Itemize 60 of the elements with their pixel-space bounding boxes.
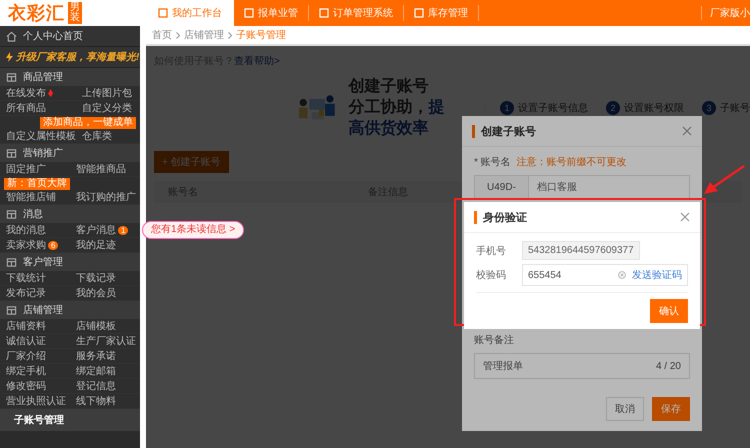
chevron-icon [228,32,232,38]
code-field[interactable]: 655454 发送验证码 [522,264,688,286]
phone-field: 5432819644597609377 [522,241,640,260]
account-name-field[interactable]: U49D- 档口客服 [474,175,690,199]
step-label: 子账号 [720,102,750,114]
hero-title: 创建子账号 [348,76,430,97]
step-label: 设置账号权限 [624,102,684,114]
promo-tag: 添加商品，一键成单 [40,116,136,128]
close-icon[interactable] [680,212,690,222]
sidebar-item[interactable]: 我的消息 [0,223,70,238]
sidebar-section[interactable]: 商品管理 [0,68,140,86]
step-label: 设置子账号信息 [518,102,588,114]
pointer-arrow [702,164,746,196]
sidebar-section[interactable]: 营销推广 [0,144,140,162]
close-icon[interactable] [682,126,692,136]
send-code-link[interactable]: 发送验证码 [632,268,682,282]
count-badge: 1 [118,226,128,234]
promo-tag: 新：首页大牌 [4,178,70,190]
field-label: 账号备注 [474,334,514,347]
unread-tooltip[interactable]: 您有1条未读信息 > [142,221,244,239]
home-icon [6,30,17,42]
section-icon [6,208,17,220]
lightning-icon [6,52,13,62]
sidebar-item[interactable]: 绑定手机 [0,364,70,379]
field-note: 注意：账号前缀不可更改 [516,156,627,169]
section-icon [6,148,17,158]
sidebar-item[interactable]: 下载统计 [0,271,70,286]
sidebar-item[interactable]: 在线发布 [0,86,76,101]
dialog-title: 创建子账号 [481,124,537,138]
sidebar-section[interactable]: 店铺管理 [0,301,140,319]
chevron-icon [176,32,180,38]
tab-icon [244,8,254,18]
sidebar-section[interactable]: 消息 [0,205,140,223]
field-label: * 账号名 [474,156,511,169]
breadcrumb-item[interactable]: 首页 [152,28,172,42]
cancel-button[interactable]: 取消 [606,397,644,421]
field-label: 手机号 [476,244,507,258]
promo-text: 升级厂家客服，享海量曝光! [16,50,140,64]
count-badge: 6 [48,240,58,250]
hero-subtitle: 分工协助，提高供货效率 [348,98,446,139]
section-icon [6,256,17,268]
field-label: 校验码 [476,268,507,282]
dialog-title: 身份验证 [483,210,528,224]
section-icon [6,304,17,316]
sidebar-item[interactable]: 子账号管理 [0,409,140,431]
sidebar-item[interactable]: 修改密码 [0,379,70,394]
breadcrumb-item[interactable]: 店铺管理 [184,28,224,42]
section-icon [6,72,17,82]
remark-field[interactable]: 管理报单 4 / 20 [474,353,690,379]
sidebar-item[interactable]: 厂家介绍 [0,349,70,364]
sidebar-item[interactable]: 诚信认证 [0,334,70,349]
tab-icon [414,8,424,18]
sidebar-section[interactable]: 客户管理 [0,253,140,271]
upgrade-promo[interactable]: 升级厂家客服，享海量曝光! [0,47,140,68]
tab-icon [158,8,168,18]
tab-icon [319,8,329,18]
clear-icon[interactable] [618,271,626,279]
logo-tag: 男装 [68,2,82,24]
sidebar-item[interactable]: 店铺资料 [0,319,70,334]
sidebar-item[interactable]: 个人中心首页 [0,26,140,47]
